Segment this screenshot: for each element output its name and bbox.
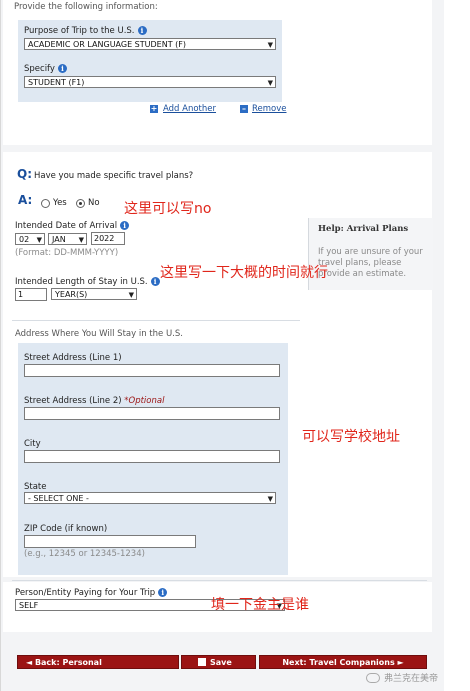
help-text-3: provide an estimate.	[318, 269, 407, 279]
zip-input[interactable]	[24, 535, 196, 548]
chevron-down-icon: ▼	[267, 79, 273, 87]
help-text-2: travel plans, please	[318, 258, 402, 268]
info-icon[interactable]: i	[150, 277, 160, 286]
add-icon[interactable]: +	[150, 105, 158, 113]
annotation-note-1: 这里可以写no	[124, 201, 212, 217]
city-input[interactable]	[24, 450, 280, 463]
help-title: Help: Arrival Plans	[318, 224, 409, 234]
optional-tag: *Optional	[124, 396, 165, 406]
travel-plans-question: Have you made specific travel plans?	[34, 171, 194, 181]
info-icon[interactable]: i	[137, 26, 147, 35]
no-radio[interactable]	[76, 199, 85, 208]
annotation-note-2: 这里写一下大概的时间就行	[160, 265, 328, 281]
info-icon[interactable]: i	[120, 221, 130, 230]
save-label: Save	[210, 658, 232, 667]
annotation-note-3: 可以写学校地址	[302, 429, 400, 445]
state-label: State	[24, 482, 47, 492]
specify-select[interactable]: STUDENT (F1) ▼	[24, 76, 276, 88]
street2-label: Street Address (Line 2)	[24, 396, 122, 406]
info-icon[interactable]: i	[158, 588, 168, 597]
provide-text: Provide the following information:	[14, 2, 158, 12]
specify-label: Specify	[24, 64, 55, 74]
remove-icon[interactable]: –	[240, 105, 248, 113]
stay-label: Intended Length of Stay in U.S.	[15, 277, 148, 287]
zip-label: ZIP Code (if known)	[24, 524, 108, 534]
street2-input[interactable]	[24, 407, 280, 420]
specify-label-wrap: Specify i	[24, 64, 67, 74]
purpose-label: Purpose of Trip to the U.S.	[24, 26, 135, 36]
street2-label-wrap: Street Address (Line 2) *Optional	[24, 396, 164, 406]
street1-input[interactable]	[24, 364, 280, 377]
arrival-day-select[interactable]: 02 ▼	[15, 233, 45, 245]
arrival-label-wrap: Intended Date of Arrival i	[15, 221, 130, 231]
stay-label-wrap: Intended Length of Stay in U.S. i	[15, 277, 160, 287]
wechat-icon	[366, 673, 380, 683]
chevron-down-icon: ▼	[128, 291, 134, 299]
watermark-text: 弗兰克在美帝	[384, 674, 439, 684]
add-another-link[interactable]: Add Another	[163, 104, 216, 114]
yes-label: Yes	[53, 198, 67, 208]
arrival-month-select[interactable]: JAN ▼	[48, 233, 87, 245]
divider	[12, 580, 427, 581]
arrival-label: Intended Date of Arrival	[15, 221, 118, 231]
state-select-value: - SELECT ONE -	[28, 494, 89, 503]
stay-number-input[interactable]: 1	[15, 288, 47, 301]
help-text-1: If you are unsure of your	[318, 247, 423, 257]
purpose-label-wrap: Purpose of Trip to the U.S. i	[24, 26, 147, 36]
save-button[interactable]: Save	[181, 655, 256, 669]
answer-marker: A:	[18, 193, 33, 207]
arrival-format-hint: (Format: DD-MMM-YYYY)	[15, 248, 119, 258]
divider	[12, 320, 300, 321]
back-button[interactable]: ◄ Back: Personal	[17, 655, 179, 669]
payer-label: Person/Entity Paying for Your Trip	[15, 588, 156, 598]
city-label: City	[24, 439, 41, 449]
stay-unit-select[interactable]: YEAR(S) ▼	[51, 288, 137, 300]
yes-radio[interactable]	[41, 199, 50, 208]
annotation-note-4: 填一下金主是谁	[211, 597, 309, 613]
arrival-month-value: JAN	[52, 235, 66, 244]
state-select[interactable]: - SELECT ONE - ▼	[24, 492, 276, 504]
address-section-label: Address Where You Will Stay in the U.S.	[15, 329, 183, 339]
chevron-down-icon: ▼	[36, 236, 42, 244]
no-label: No	[88, 198, 100, 208]
zip-hint: (e.g., 12345 or 12345-1234)	[24, 549, 145, 559]
payer-label-wrap: Person/Entity Paying for Your Trip i	[15, 588, 168, 598]
chevron-down-icon: ▼	[78, 236, 84, 244]
save-icon	[198, 658, 206, 666]
question-marker: Q:	[17, 167, 32, 181]
arrival-year-input[interactable]: 2022	[91, 232, 125, 245]
info-icon[interactable]: i	[57, 64, 67, 73]
street1-label: Street Address (Line 1)	[24, 353, 122, 363]
remove-link[interactable]: Remove	[252, 104, 287, 114]
purpose-select-value: ACADEMIC OR LANGUAGE STUDENT (F)	[28, 40, 186, 49]
next-button[interactable]: Next: Travel Companions ►	[259, 655, 427, 669]
arrival-day-value: 02	[19, 235, 30, 244]
stay-unit-value: YEAR(S)	[55, 290, 88, 299]
specify-select-value: STUDENT (F1)	[28, 78, 85, 87]
chevron-down-icon: ▼	[267, 41, 273, 49]
purpose-select[interactable]: ACADEMIC OR LANGUAGE STUDENT (F) ▼	[24, 38, 276, 50]
chevron-down-icon: ▼	[267, 495, 273, 503]
payer-select-value: SELF	[19, 601, 39, 610]
